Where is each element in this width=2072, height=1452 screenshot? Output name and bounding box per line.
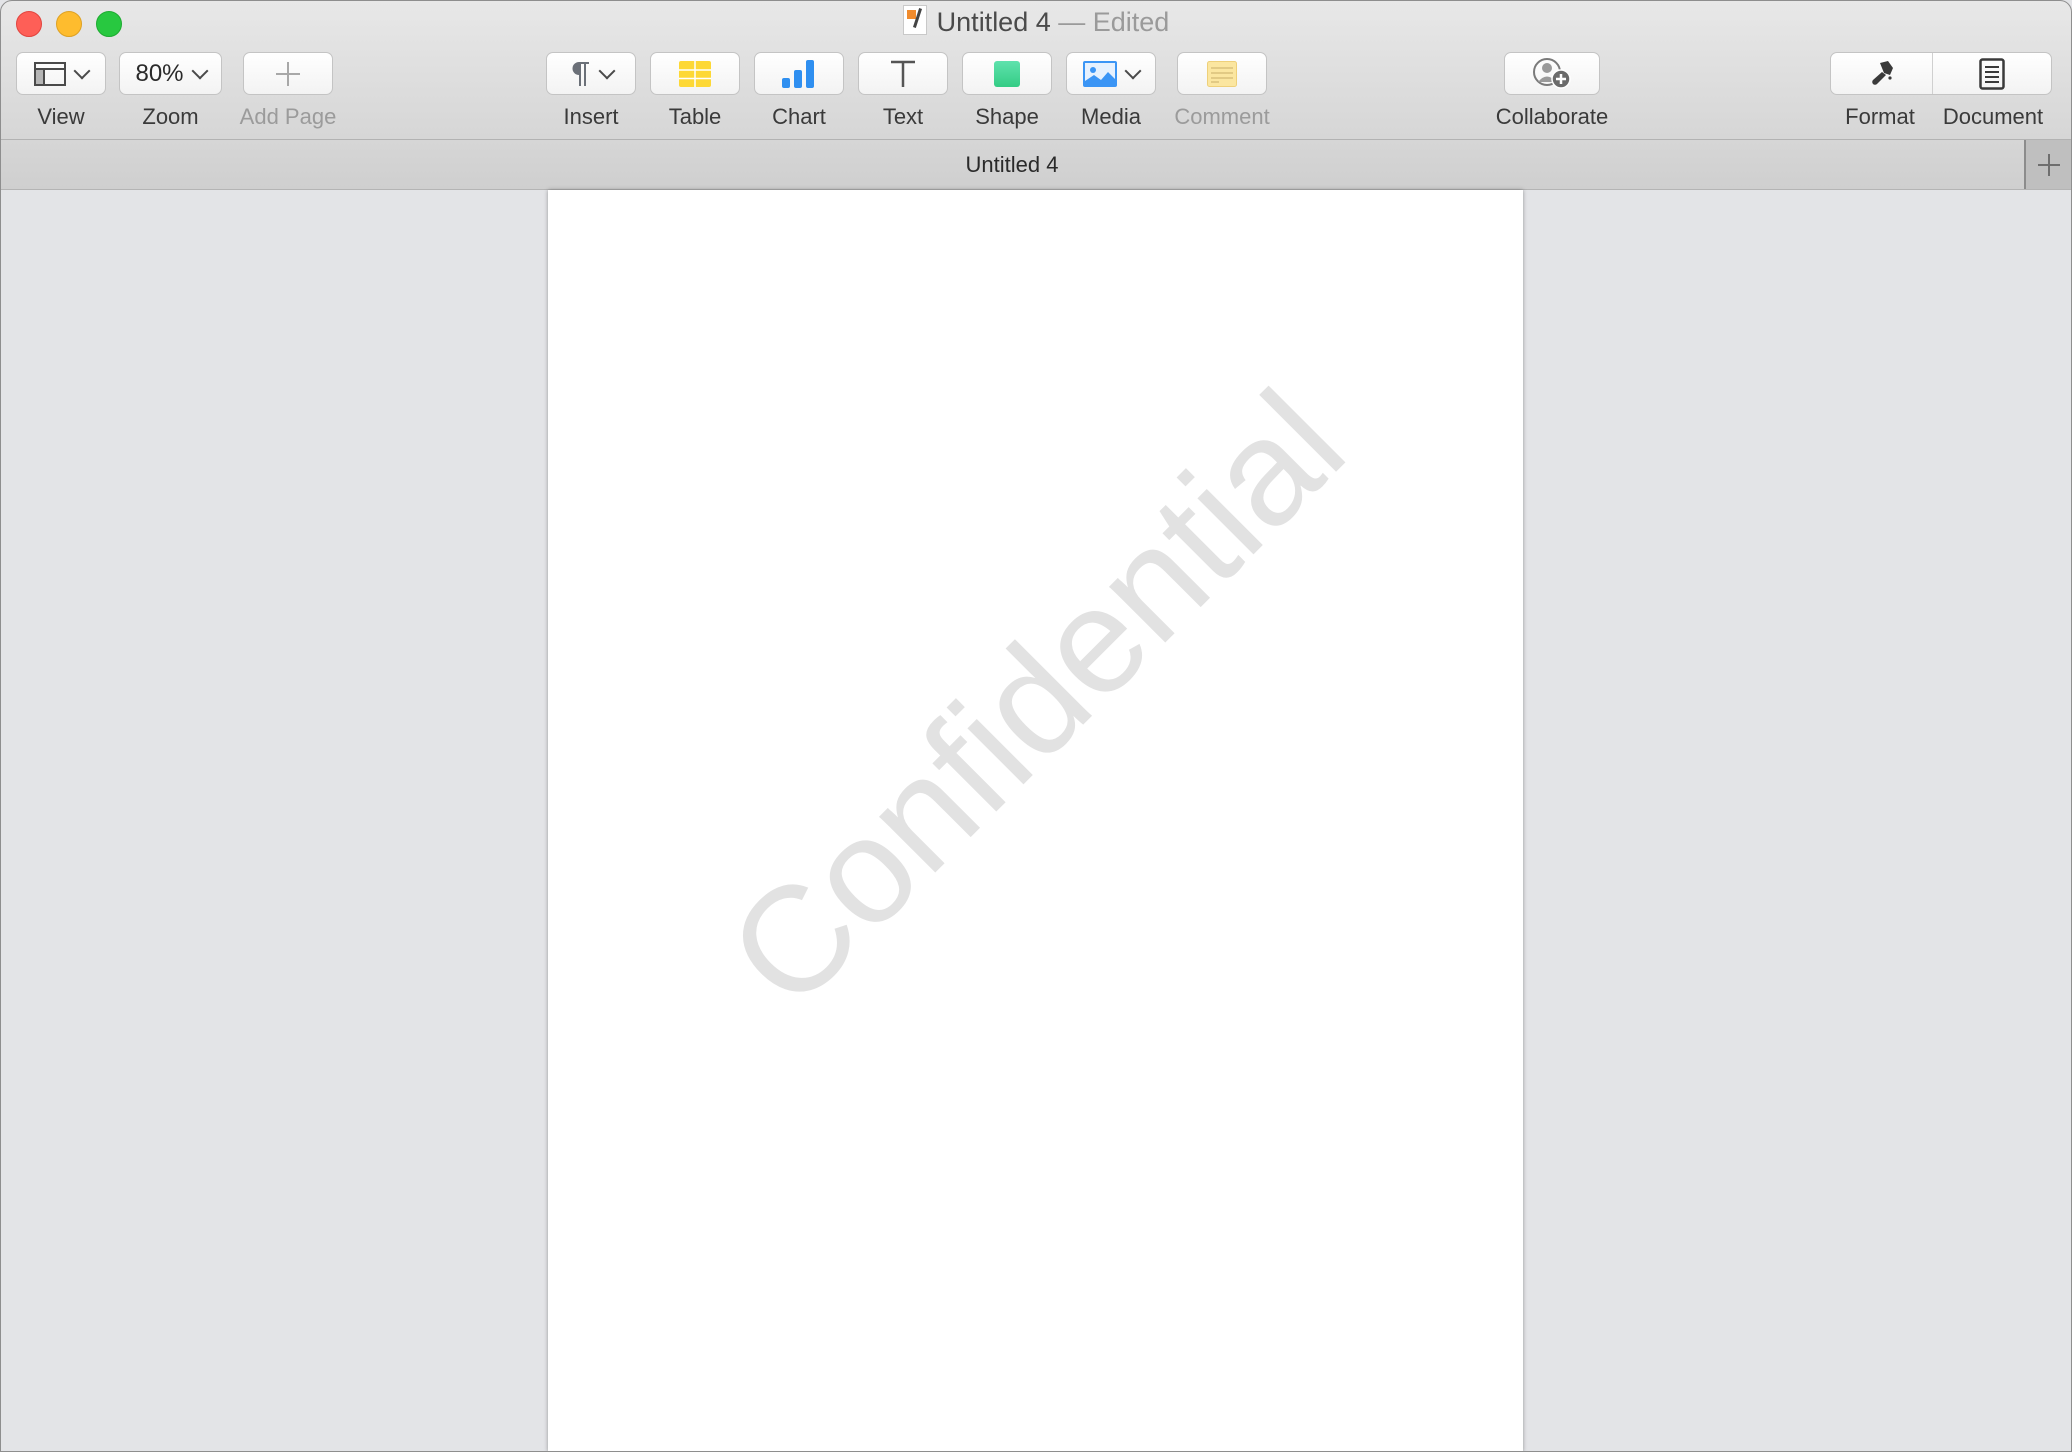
document-canvas[interactable]: Confidential xyxy=(0,190,2072,1452)
add-page-button[interactable] xyxy=(243,52,333,95)
shape-label: Shape xyxy=(975,104,1039,129)
media-button[interactable] xyxy=(1066,52,1156,95)
tab-untitled-4[interactable]: Untitled 4 xyxy=(0,140,2024,189)
toolbar-zoom: 80% Zoom xyxy=(119,52,222,129)
title-bar: Untitled 4 — Edited View 80% Zoom Add Pa… xyxy=(0,0,2072,140)
paintbrush-icon xyxy=(1872,60,1894,85)
toolbar-inspector-segmented: Format Document xyxy=(1830,52,2052,129)
zoom-label: Zoom xyxy=(142,104,199,129)
table-button[interactable] xyxy=(650,52,740,95)
toolbar-insert: Insert xyxy=(546,52,636,129)
text-T-icon xyxy=(891,60,915,87)
toolbar-view: View xyxy=(16,52,106,129)
chart-button[interactable] xyxy=(754,52,844,95)
insert-label: Insert xyxy=(563,104,619,129)
comment-button[interactable] xyxy=(1177,52,1267,95)
chevron-down-icon xyxy=(191,62,209,79)
new-tab-button[interactable] xyxy=(2024,140,2072,189)
table-icon xyxy=(679,60,711,87)
toolbar-shape: Shape xyxy=(962,52,1052,129)
view-button[interactable] xyxy=(16,52,106,95)
zoom-value: 80% xyxy=(135,59,184,87)
toolbar-add-page: Add Page xyxy=(240,52,336,129)
confidential-watermark: Confidential xyxy=(695,359,1375,1039)
view-label: View xyxy=(37,104,85,129)
document-page[interactable]: Confidential xyxy=(548,190,1523,1452)
inspector-segmented-control xyxy=(1830,52,2052,95)
toolbar-chart: Chart xyxy=(754,52,844,129)
chevron-down-icon xyxy=(598,62,616,79)
toolbar-table: Table xyxy=(650,52,740,129)
chevron-down-icon xyxy=(73,62,91,79)
pages-document-icon xyxy=(902,5,927,35)
document-label: Document xyxy=(1942,104,2044,129)
window-title: Untitled 4 — Edited xyxy=(0,4,2072,40)
document-button[interactable] xyxy=(1933,53,2051,94)
plus-icon xyxy=(276,61,300,86)
comment-label: Comment xyxy=(1174,104,1270,129)
table-label: Table xyxy=(668,104,722,129)
document-lines-icon xyxy=(1979,57,2005,90)
window-title-text: Untitled 4 xyxy=(936,7,1051,37)
text-button[interactable] xyxy=(858,52,948,95)
toolbar-comment: Comment xyxy=(1174,52,1270,129)
pilcrow-icon xyxy=(572,61,589,86)
collaborate-button[interactable] xyxy=(1504,52,1600,95)
add-person-icon xyxy=(1533,57,1571,89)
shape-button[interactable] xyxy=(962,52,1052,95)
square-shape-icon xyxy=(994,60,1020,87)
sidebar-layout-icon xyxy=(34,61,66,86)
media-label: Media xyxy=(1081,104,1141,129)
chevron-down-icon xyxy=(1124,62,1142,79)
chart-label: Chart xyxy=(772,104,826,129)
toolbar-text: Text xyxy=(858,52,948,129)
add-page-label: Add Page xyxy=(239,104,337,129)
tab-bar: Untitled 4 xyxy=(0,140,2072,190)
text-label: Text xyxy=(882,104,924,129)
sticky-note-icon xyxy=(1207,60,1237,87)
edited-status: — Edited xyxy=(1050,7,1170,37)
collaborate-label: Collaborate xyxy=(1495,104,1609,129)
photo-icon xyxy=(1083,60,1117,87)
format-button[interactable] xyxy=(1831,53,1933,94)
format-label: Format xyxy=(1845,104,1915,129)
insert-button[interactable] xyxy=(546,52,636,95)
bar-chart-icon xyxy=(782,59,814,88)
plus-icon xyxy=(2038,153,2060,176)
zoom-select[interactable]: 80% xyxy=(119,52,222,95)
toolbar-media: Media xyxy=(1066,52,1156,129)
toolbar-collaborate: Collaborate xyxy=(1496,52,1608,129)
